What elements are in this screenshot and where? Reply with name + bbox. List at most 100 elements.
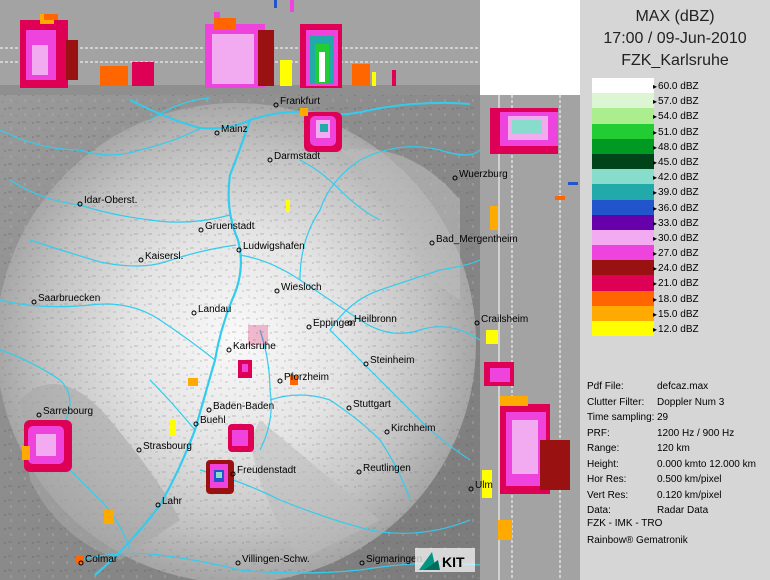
kit-logo: KIT <box>415 548 475 572</box>
legend-label: 42.0 dBZ <box>653 172 699 183</box>
legend-label: 54.0 dBZ <box>653 111 699 122</box>
color-legend: 60.0 dBZ 57.0 dBZ 54.0 dBZ 51.0 dBZ 48.0 dBZ… <box>592 78 762 337</box>
legend-row: 57.0 dBZ <box>592 93 762 109</box>
legend-swatch <box>592 229 654 246</box>
city-label: Strasbourg <box>143 441 192 452</box>
legend-swatch <box>592 275 654 291</box>
city-label: Karlsruhe <box>233 341 276 352</box>
city-label: Darmstadt <box>274 151 320 162</box>
info-value: Radar Data <box>657 505 709 516</box>
legend-label: 30.0 dBZ <box>653 233 699 244</box>
city-label: Reutlingen <box>363 463 411 474</box>
legend-label: 36.0 dBZ <box>653 203 699 214</box>
city-label: Heilbronn <box>354 314 397 325</box>
legend-swatch <box>592 260 654 276</box>
legend-label: 24.0 dBZ <box>653 263 699 274</box>
legend-row: 15.0 dBZ <box>592 305 762 321</box>
legend-row: 39.0 dBZ <box>592 184 762 200</box>
legend-row: 24.0 dBZ <box>592 260 762 276</box>
city-label: Stuttgart <box>353 399 391 410</box>
legend-swatch <box>592 184 654 200</box>
info-value: 0.120 km/pixel <box>657 489 722 501</box>
city-label: Gruenstadt <box>205 221 255 232</box>
city-label: Crailsheim <box>481 314 528 325</box>
city-label: Wiesloch <box>281 282 322 293</box>
city-label: Pforzheim <box>284 372 329 383</box>
legend-row: 33.0 dBZ <box>592 214 762 230</box>
datetime: 17:00 / 09-Jun-2010 <box>603 30 747 47</box>
legend-swatch <box>592 93 654 109</box>
city-label: Buehl <box>200 415 226 426</box>
info-key: Vert Res: <box>587 489 629 501</box>
city-label: Ludwigshafen <box>243 241 305 252</box>
site-name: FZK_Karlsruhe <box>621 52 729 69</box>
info-value: defcaz.max <box>657 381 709 392</box>
legend-swatch <box>592 123 654 139</box>
legend-row: 18.0 dBZ <box>592 290 762 306</box>
legend-label: 45.0 dBZ <box>653 157 699 168</box>
info-value: 1200 Hz / 900 Hz <box>657 427 735 439</box>
city-label: Ulm <box>475 480 493 491</box>
info-value: 29 <box>657 412 669 423</box>
city-label: Bad_Mergentheim <box>436 234 518 245</box>
kit-logo-text: KIT <box>442 554 465 570</box>
info-key: PRF: <box>587 427 610 439</box>
legend-label: 21.0 dBZ <box>653 278 699 289</box>
legend-row: 60.0 dBZ <box>592 78 762 94</box>
legend-row: 45.0 dBZ <box>592 153 762 170</box>
legend-row: 48.0 dBZ <box>592 138 762 154</box>
legend-label: 60.0 dBZ <box>653 81 699 92</box>
info-key: Pdf File: <box>587 381 624 392</box>
city-label: Freudenstadt <box>237 465 296 476</box>
credit-vendor: Rainbow® Gematronik <box>587 535 688 546</box>
info-value: 0.000 kmto 12.000 km <box>657 458 756 470</box>
legend-row: 42.0 dBZ <box>592 169 762 185</box>
legend-label: 27.0 dBZ <box>653 248 699 259</box>
legend-label: 39.0 dBZ <box>653 187 699 198</box>
city-label: Sarrebourg <box>43 406 93 417</box>
legend-swatch <box>592 153 654 170</box>
legend-label: 48.0 dBZ <box>653 142 699 153</box>
city-label: Mainz <box>221 124 248 135</box>
legend-swatch <box>592 108 654 124</box>
legend-swatch <box>592 78 654 94</box>
info-key: Height: <box>587 458 619 470</box>
city-label: Kirchheim <box>391 423 435 434</box>
legend-label: 51.0 dBZ <box>653 127 699 138</box>
city-label: Villingen-Schw. <box>242 554 310 565</box>
info-value: Doppler Num 3 <box>657 396 725 408</box>
legend-label: 15.0 dBZ <box>653 309 699 320</box>
legend-swatch <box>592 138 654 154</box>
city-label: Frankfurt <box>280 96 320 107</box>
legend-swatch <box>592 169 654 185</box>
legend-swatch <box>592 199 654 215</box>
legend-swatch <box>592 321 654 337</box>
city-label: Sigmaringen <box>366 554 422 565</box>
legend-swatch <box>592 214 654 230</box>
city-label: Landau <box>198 304 231 315</box>
legend-label: 57.0 dBZ <box>653 96 699 107</box>
info-key: Data: <box>587 505 611 516</box>
city-label: Baden-Baden <box>213 401 274 412</box>
legend-row: 27.0 dBZ <box>592 245 762 261</box>
top-label-0km: 0.0 km <box>484 82 514 93</box>
product-title: MAX (dBZ) <box>635 8 715 25</box>
legend-swatch <box>592 245 654 261</box>
city-label: Saarbruecken <box>38 293 100 304</box>
city-label: Lahr <box>162 496 183 507</box>
legend-label: 18.0 dBZ <box>653 294 699 305</box>
legend-label: 33.0 dBZ <box>653 218 699 229</box>
legend-row: 30.0 dBZ <box>592 229 762 246</box>
legend-row: 12.0 dBZ <box>592 321 762 337</box>
info-key: Range: <box>587 443 620 454</box>
info-value: 120 km <box>657 443 690 454</box>
legend-row: 51.0 dBZ <box>592 123 762 139</box>
info-key: Clutter Filter: <box>587 396 645 408</box>
info-key: Time sampling: <box>587 412 655 423</box>
city-label: Wuerzburg <box>459 169 508 180</box>
legend-row: 21.0 dBZ <box>592 275 762 291</box>
legend-swatch <box>592 305 654 321</box>
legend-label: 12.0 dBZ <box>653 324 699 335</box>
city-label: Colmar <box>85 554 118 565</box>
city-label: Idar-Oberst. <box>84 195 137 206</box>
